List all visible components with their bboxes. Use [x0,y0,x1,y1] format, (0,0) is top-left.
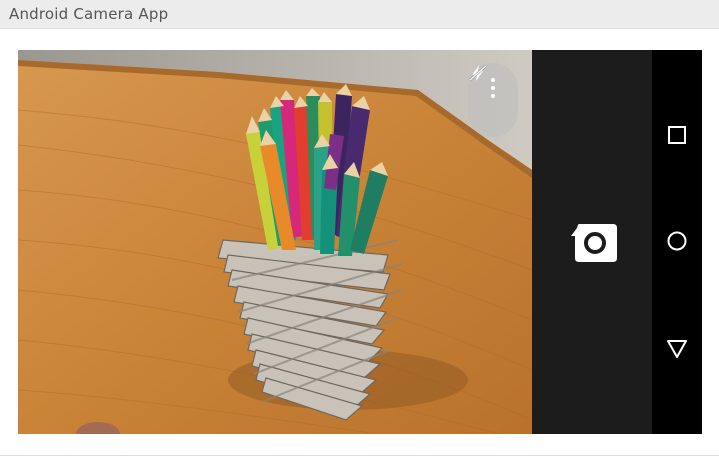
triangle-icon [667,340,687,358]
app-title: Android Camera App [9,5,169,23]
viewfinder-scene [18,50,532,434]
camera-viewfinder[interactable] [18,50,532,434]
shutter-button[interactable] [569,218,619,268]
recents-button[interactable] [665,123,689,147]
home-button[interactable] [665,229,689,253]
square-icon [668,126,686,144]
title-bar: Android Camera App [0,0,719,29]
device-screen [18,50,702,434]
back-button[interactable] [665,337,689,361]
overlay-controls [468,63,518,137]
circle-icon [667,231,687,251]
camera-control-panel [532,50,652,434]
android-navigation-bar [652,50,702,434]
flash-off-icon[interactable] [468,63,488,83]
bottom-divider [0,455,719,456]
camera-shutter-icon [571,224,617,262]
